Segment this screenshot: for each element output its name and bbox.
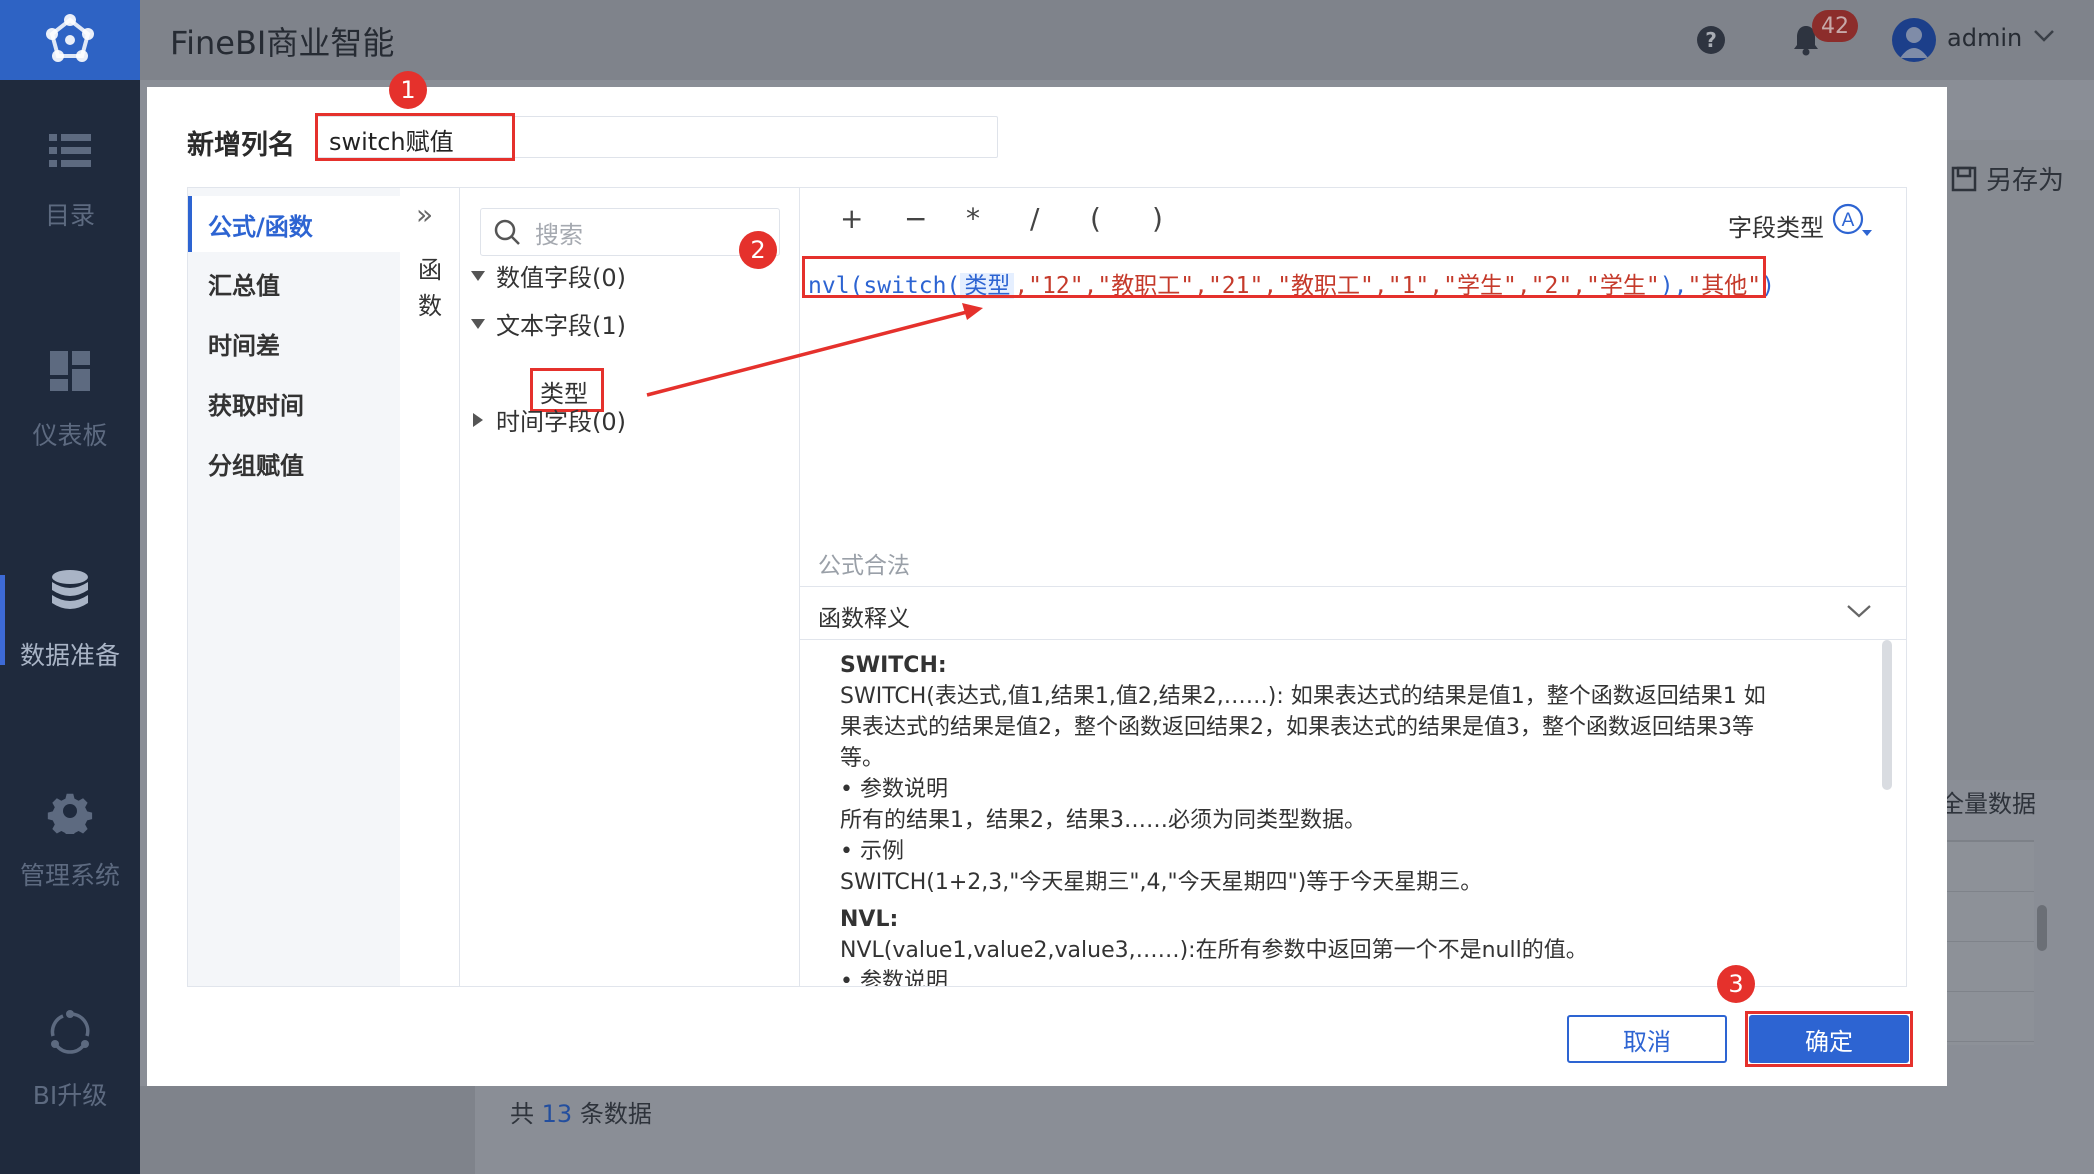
desc-nvl-title: NVL: — [840, 907, 899, 932]
field-type-icon[interactable]: A — [1832, 202, 1876, 240]
avatar[interactable] — [1892, 18, 1936, 62]
field-type-label: 字段类型 — [1728, 214, 1824, 242]
caret-down-icon — [471, 318, 485, 329]
desc-text: • 参数说明 — [840, 777, 948, 802]
row-count-value: 13 — [541, 1100, 573, 1128]
dashboard-icon — [50, 351, 90, 391]
category-time-diff[interactable]: 时间差 — [188, 315, 400, 371]
tree-item-numeric[interactable]: 数值字段(0) — [470, 258, 626, 293]
desc-text: 果表达式的结果是值2，整个函数返回结果2，如果表达式的结果是值3，整个函数返回结… — [840, 715, 1754, 740]
formula-validity: 公式合法 — [818, 553, 910, 579]
desc-text: • 示例 — [840, 839, 904, 864]
desc-text: NVL(value1,value2,value3,……):在所有参数中返回第一个… — [840, 938, 1588, 963]
category-get-time[interactable]: 获取时间 — [188, 375, 400, 431]
table-scrollbar[interactable] — [2037, 905, 2047, 951]
operator-plus[interactable]: + — [840, 202, 863, 235]
sidebar-item-label: 管理系统 — [19, 861, 120, 890]
background-panel — [1930, 140, 2094, 780]
top-header: FineBI商业智能 ? 42 admin — [140, 0, 2094, 80]
description-scrollbar[interactable] — [1882, 640, 1892, 790]
cancel-button[interactable]: 取消 — [1567, 1015, 1727, 1063]
desc-text: SWITCH(表达式,值1,结果1,值2,结果2,……): 如果表达式的结果是值… — [840, 684, 1766, 709]
app-title: FineBI商业智能 — [170, 24, 395, 62]
full-data-label[interactable]: 全量数据 — [1940, 784, 2036, 819]
function-label: 函 — [418, 256, 442, 284]
annotation-marker-1: 1 — [389, 71, 427, 109]
new-column-name-label: 新增列名 — [187, 130, 295, 161]
sidebar-item-dashboard[interactable]: 仪表板 — [0, 325, 140, 475]
app-logo[interactable] — [0, 0, 140, 80]
database-icon — [52, 570, 88, 609]
row-count-prefix: 共 — [510, 1100, 534, 1128]
operator-open-paren[interactable]: ( — [1090, 202, 1101, 235]
category-formula[interactable]: 公式/函数 — [188, 196, 400, 252]
category-group-assign[interactable]: 分组赋值 — [188, 435, 400, 491]
chevron-down-icon[interactable] — [1846, 601, 1872, 621]
sidebar-item-label: 仪表板 — [32, 421, 108, 450]
operator-divide[interactable]: / — [1030, 202, 1039, 235]
formula-builder: 公式/函数 汇总值 时间差 获取时间 分组赋值 » 函 数 搜索 数值字段(0) — [187, 187, 1907, 987]
upgrade-icon — [50, 1010, 90, 1054]
list-icon — [49, 134, 91, 167]
search-input[interactable]: 搜索 — [480, 208, 780, 256]
sidebar-item-bi-upgrade[interactable]: BI升级 — [0, 985, 140, 1135]
save-icon — [1951, 166, 1977, 191]
tree-item-label: 数值字段(0) — [496, 264, 626, 292]
row-count: 共 13 条数据 — [510, 1094, 652, 1129]
field-type-icon-letter: A — [1842, 210, 1855, 231]
tree-item-label: 文本字段(1) — [496, 312, 626, 340]
category-list: 公式/函数 汇总值 时间差 获取时间 分组赋值 — [188, 188, 400, 986]
description-header[interactable]: 函数释义 — [800, 586, 1906, 640]
tree-item-time[interactable]: 时间字段(0) — [470, 402, 626, 437]
operator-close-paren[interactable]: ) — [1152, 202, 1163, 235]
field-list: 搜索 数值字段(0) 文本字段(1) 类型 时间字段(0) — [460, 188, 800, 986]
annotation-box-2b — [802, 256, 1766, 298]
gear-icon — [47, 793, 93, 834]
sidebar: 目录 仪表板 数据准备 管理系统 BI升级 — [0, 0, 140, 1174]
background-strip — [140, 1086, 475, 1174]
notification-badge: 42 — [1812, 10, 1858, 42]
annotation-marker-2: 2 — [739, 231, 777, 269]
tree-item-label: 时间字段(0) — [496, 408, 626, 436]
annotation-marker-3: 3 — [1717, 965, 1755, 1003]
description-title: 函数释义 — [818, 606, 910, 632]
annotation-box-3 — [1745, 1011, 1913, 1067]
annotation-box-1 — [315, 113, 515, 161]
help-icon[interactable]: ? — [1697, 26, 1725, 54]
desc-text: 等。 — [840, 746, 885, 771]
operator-multiply[interactable]: * — [966, 202, 980, 235]
logo-icon — [46, 14, 94, 62]
sidebar-item-catalog[interactable]: 目录 — [0, 105, 140, 255]
desc-switch-title: SWITCH: — [840, 653, 947, 678]
double-chevron-right-icon[interactable]: » — [416, 198, 433, 231]
user-name[interactable]: admin — [1947, 24, 2022, 52]
formula-editor: + − * / ( ) 字段类型 A nvl(switch(类型 ,"12","教… — [800, 188, 1906, 986]
sidebar-item-label: BI升级 — [32, 1081, 108, 1110]
operator-minus[interactable]: − — [904, 202, 927, 235]
row-count-suffix: 条数据 — [579, 1100, 652, 1128]
sidebar-item-data-prep[interactable]: 数据准备 — [0, 545, 140, 695]
chevron-down-icon[interactable] — [2033, 28, 2055, 44]
function-label: 数 — [418, 292, 442, 320]
desc-text: • 参数说明 — [840, 969, 948, 986]
caret-right-icon — [473, 412, 483, 427]
operator-toolbar: + − * / ( ) 字段类型 A — [800, 188, 1906, 258]
sidebar-item-admin[interactable]: 管理系统 — [0, 765, 140, 915]
caret-down-icon — [471, 270, 485, 281]
new-column-dialog: 新增列名 switch赋值 1 公式/函数 汇总值 时间差 获取时间 分组赋值 … — [147, 71, 1947, 1086]
tree-item-text[interactable]: 文本字段(1) — [470, 306, 626, 341]
save-as-button[interactable]: 另存为 — [1950, 160, 2064, 197]
save-as-label: 另存为 — [1986, 166, 2065, 196]
search-icon — [494, 219, 520, 245]
sidebar-item-label: 目录 — [44, 201, 95, 230]
desc-text: SWITCH(1+2,3,"今天星期三",4,"今天星期四")等于今天星期三。 — [840, 870, 1483, 895]
function-description: SWITCH: SWITCH(表达式,值1,结果1,值2,结果2,……): 如果… — [840, 650, 1850, 986]
desc-text: 所有的结果1，结果2，结果3……必须为同类型数据。 — [840, 808, 1366, 833]
sidebar-item-label: 数据准备 — [19, 641, 120, 670]
function-panel-toggle[interactable]: » 函 数 — [400, 188, 460, 986]
category-summary[interactable]: 汇总值 — [188, 255, 400, 311]
search-placeholder: 搜索 — [535, 220, 583, 249]
